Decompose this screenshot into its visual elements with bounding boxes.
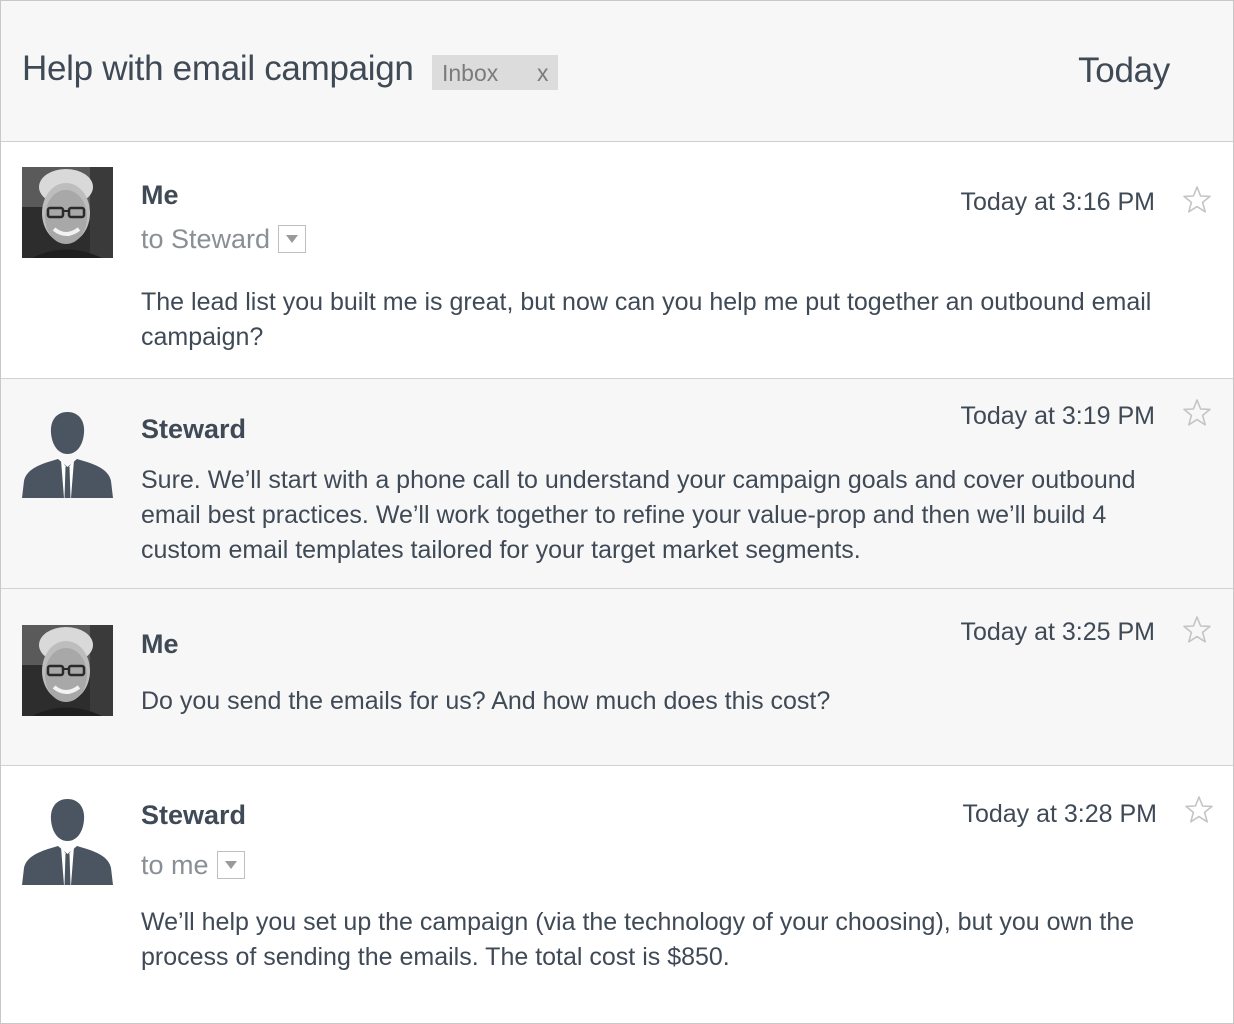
thread-date: Today	[1078, 51, 1170, 90]
message-timestamp: Today at 3:19 PM	[960, 402, 1155, 430]
star-outline-icon[interactable]	[1181, 397, 1213, 429]
avatar	[22, 407, 113, 498]
recipient-text: to me	[141, 850, 209, 880]
sender-name: Me	[141, 629, 179, 659]
message-item[interactable]: Me to Steward Today at 3:16 PM The lead …	[1, 142, 1233, 379]
message-timestamp: Today at 3:25 PM	[960, 618, 1155, 646]
close-icon[interactable]: x	[537, 60, 549, 87]
recipient-text: to Steward	[141, 224, 271, 254]
message-item[interactable]: Steward Today at 3:19 PM Sure. We’ll sta…	[1, 379, 1233, 589]
sender-name: Me	[141, 180, 179, 210]
chevron-down-icon[interactable]	[216, 851, 245, 879]
sender-name: Steward	[141, 800, 247, 830]
recipient-line: to me	[141, 850, 245, 881]
chevron-down-icon[interactable]	[278, 225, 307, 253]
star-outline-icon[interactable]	[1181, 614, 1213, 646]
inbox-label-text: Inbox	[442, 60, 499, 86]
avatar	[22, 625, 113, 716]
message-item[interactable]: Steward to me Today at 3:28 PM We’ll hel…	[1, 766, 1233, 1022]
inbox-label-chip[interactable]: Inbox x	[432, 55, 558, 90]
star-outline-icon[interactable]	[1181, 184, 1213, 216]
star-outline-icon[interactable]	[1183, 794, 1215, 826]
thread-subject: Help with email campaign	[22, 49, 414, 88]
email-thread: Help with email campaign Inbox x Today M…	[0, 0, 1234, 1024]
message-timestamp: Today at 3:28 PM	[962, 800, 1157, 828]
avatar	[22, 167, 113, 258]
message-body: Sure. We’ll start with a phone call to u…	[141, 466, 1136, 564]
message-item[interactable]: Me Today at 3:25 PM Do you send the emai…	[1, 589, 1233, 766]
sender-name: Steward	[141, 414, 247, 444]
message-body: Do you send the emails for us? And how m…	[141, 687, 831, 715]
message-body: The lead list you built me is great, but…	[141, 288, 1152, 351]
message-timestamp: Today at 3:16 PM	[960, 188, 1155, 216]
recipient-line: to Steward	[141, 224, 307, 255]
thread-header: Help with email campaign Inbox x Today	[1, 1, 1233, 142]
message-body: We’ll help you set up the campaign (via …	[141, 908, 1135, 971]
avatar	[22, 794, 113, 885]
